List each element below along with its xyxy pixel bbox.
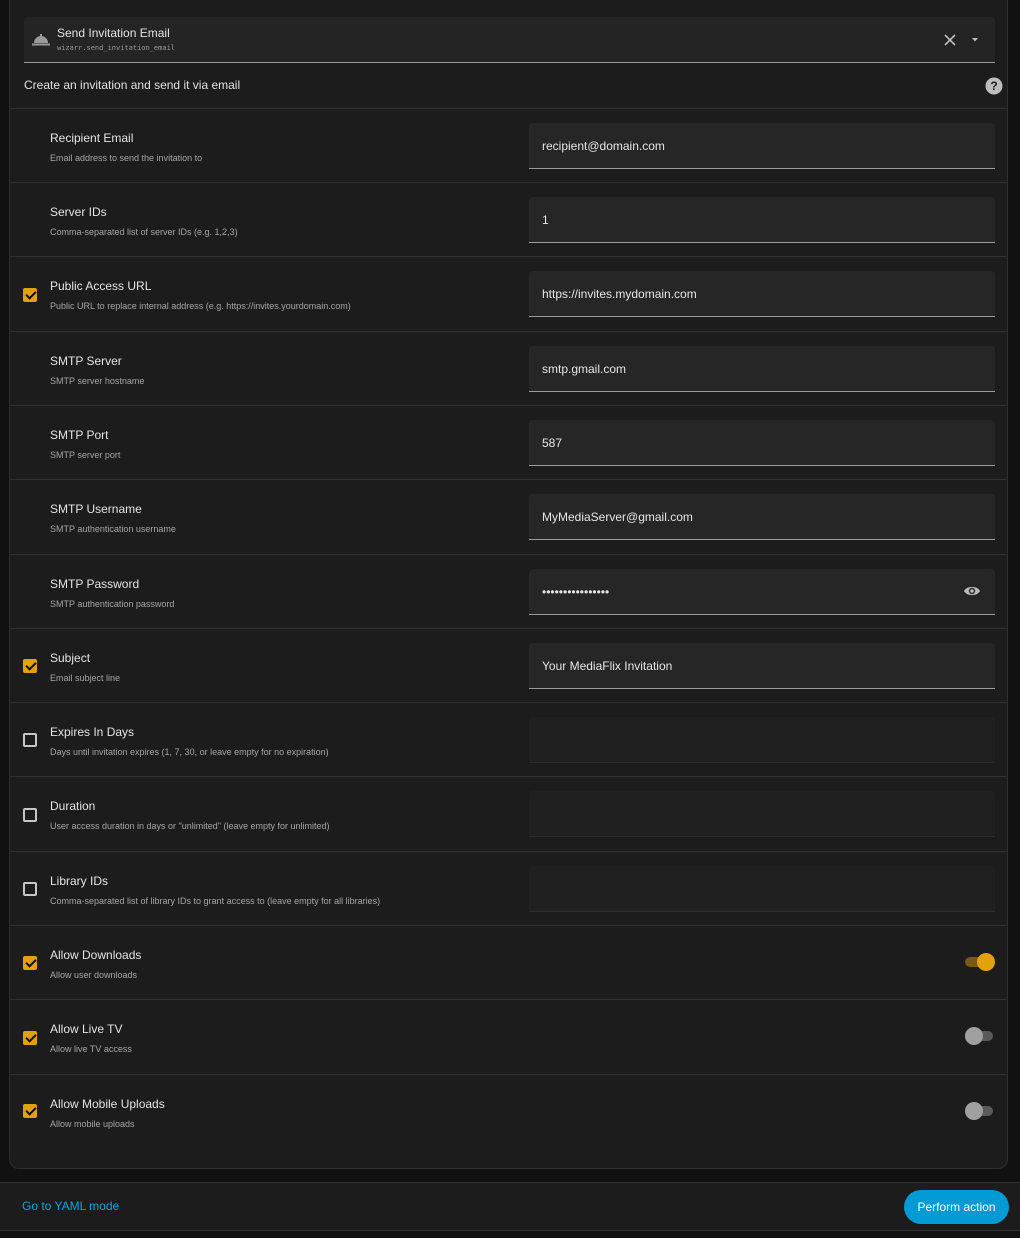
library-ids-checkbox[interactable]: [23, 882, 37, 896]
smtp-username-input[interactable]: [542, 494, 942, 539]
toggle-knob: [965, 1027, 983, 1045]
expires-in-days-input[interactable]: [542, 717, 942, 762]
svg-text:?: ?: [990, 79, 997, 93]
field-row-server-ids: Server IDs Comma-separated list of server…: [10, 182, 1007, 256]
field-label: Server IDs: [50, 205, 107, 219]
allow-downloads-toggle[interactable]: [965, 953, 995, 971]
perform-action-button[interactable]: Perform action: [904, 1190, 1009, 1224]
expires-in-days-field[interactable]: [529, 717, 995, 763]
field-label: Public Access URL: [50, 279, 152, 293]
field-label: Allow Downloads: [50, 948, 142, 962]
field-description: SMTP authentication password: [50, 599, 175, 609]
field-row-duration: Duration User access duration in days or …: [10, 776, 1007, 851]
smtp-server-field[interactable]: [529, 346, 995, 392]
field-description: Public URL to replace internal address (…: [50, 301, 351, 311]
toggle-knob: [965, 1102, 983, 1120]
field-label: SMTP Port: [50, 428, 109, 442]
action-card: Send Invitation Email wizarr.send_invita…: [9, 0, 1008, 1169]
allow-live-tv-checkbox[interactable]: [23, 1031, 37, 1045]
smtp-password-field[interactable]: [529, 569, 995, 615]
field-row-allow-live-tv: Allow Live TV Allow live TV access: [10, 999, 1007, 1074]
allow-mobile-uploads-toggle[interactable]: [965, 1102, 995, 1120]
field-label: Duration: [50, 799, 96, 813]
smtp-password-input[interactable]: [542, 569, 942, 614]
field-description: Days until invitation expires (1, 7, 30,…: [50, 747, 329, 757]
smtp-port-input[interactable]: [542, 420, 942, 465]
field-row-smtp-port: SMTP Port SMTP server port: [10, 405, 1007, 479]
field-label: Allow Live TV: [50, 1022, 123, 1036]
server-ids-field[interactable]: [529, 197, 995, 243]
field-description: Comma-separated list of library IDs to g…: [50, 896, 381, 906]
field-label: Library IDs: [50, 874, 109, 888]
smtp-port-field[interactable]: [529, 420, 995, 466]
help-circle-icon[interactable]: ?: [985, 77, 1003, 95]
allow-mobile-uploads-checkbox[interactable]: [23, 1104, 37, 1118]
field-description: Allow mobile uploads: [50, 1119, 135, 1129]
field-row-expires-in-days: Expires In Days Days until invitation exp…: [10, 702, 1007, 776]
field-description: Comma-separated list of server IDs (e.g.…: [50, 227, 238, 237]
recipient-email-input[interactable]: [542, 123, 942, 168]
public-access-url-checkbox[interactable]: [23, 288, 37, 302]
smtp-server-input[interactable]: [542, 346, 942, 391]
public-access-url-field[interactable]: [529, 271, 995, 317]
field-description: SMTP server port: [50, 450, 121, 460]
field-list: Recipient Email Email address to send the…: [10, 108, 1007, 1166]
yaml-mode-link[interactable]: Go to YAML mode: [22, 1199, 119, 1213]
field-description: Email address to send the invitation to: [50, 153, 203, 163]
service-description: Create an invitation and send it via ema…: [24, 78, 241, 92]
recipient-email-field[interactable]: [529, 123, 995, 169]
service-name: Send Invitation Email: [57, 26, 170, 40]
field-label: Expires In Days: [50, 725, 135, 739]
field-description: Allow live TV access: [50, 1044, 132, 1054]
field-row-library-ids: Library IDs Comma-separated list of libra…: [10, 851, 1007, 925]
service-bell-icon: [32, 34, 50, 46]
service-id: wizarr.send_invitation_email: [57, 44, 176, 52]
field-row-allow-mobile-uploads: Allow Mobile Uploads Allow mobile uploads: [10, 1074, 1007, 1166]
close-icon[interactable]: [943, 33, 957, 47]
server-ids-input[interactable]: [542, 197, 942, 242]
subject-field[interactable]: [529, 643, 995, 689]
service-picker[interactable]: Send Invitation Email wizarr.send_invita…: [24, 17, 995, 63]
field-description: User access duration in days or "unlimit…: [50, 821, 330, 831]
toggle-knob: [977, 953, 995, 971]
field-row-subject: Subject Email subject line: [10, 628, 1007, 702]
allow-downloads-checkbox[interactable]: [23, 956, 37, 970]
expires-in-days-checkbox[interactable]: [23, 733, 37, 747]
field-label: SMTP Password: [50, 577, 140, 591]
field-label: SMTP Server: [50, 354, 122, 368]
field-label: SMTP Username: [50, 502, 142, 516]
public-access-url-input[interactable]: [542, 271, 942, 316]
field-row-allow-downloads: Allow Downloads Allow user downloads: [10, 925, 1007, 999]
smtp-username-field[interactable]: [529, 494, 995, 540]
field-row-smtp-username: SMTP Username SMTP authentication usernam…: [10, 479, 1007, 554]
duration-input[interactable]: [542, 791, 942, 836]
eye-icon[interactable]: [963, 584, 981, 598]
footer-bar: Go to YAML mode Perform action: [0, 1182, 1020, 1231]
field-label: Recipient Email: [50, 131, 134, 145]
field-row-smtp-password: SMTP Password SMTP authentication passwor…: [10, 554, 1007, 628]
allow-live-tv-toggle[interactable]: [965, 1027, 995, 1045]
field-description: Email subject line: [50, 673, 121, 683]
library-ids-input[interactable]: [542, 866, 942, 911]
subject-checkbox[interactable]: [23, 659, 37, 673]
field-description: SMTP server hostname: [50, 376, 145, 386]
field-row-smtp-server: SMTP Server SMTP server hostname: [10, 331, 1007, 405]
caret-down-icon[interactable]: [970, 37, 980, 43]
duration-field[interactable]: [529, 791, 995, 837]
library-ids-field[interactable]: [529, 866, 995, 912]
field-label: Subject: [50, 651, 91, 665]
field-row-public-access-url: Public Access URL Public URL to replace i…: [10, 256, 1007, 331]
subject-input[interactable]: [542, 643, 942, 688]
field-description: SMTP authentication username: [50, 524, 176, 534]
field-label: Allow Mobile Uploads: [50, 1097, 165, 1111]
duration-checkbox[interactable]: [23, 808, 37, 822]
field-description: Allow user downloads: [50, 970, 138, 980]
field-row-recipient-email: Recipient Email Email address to send the…: [10, 108, 1007, 182]
